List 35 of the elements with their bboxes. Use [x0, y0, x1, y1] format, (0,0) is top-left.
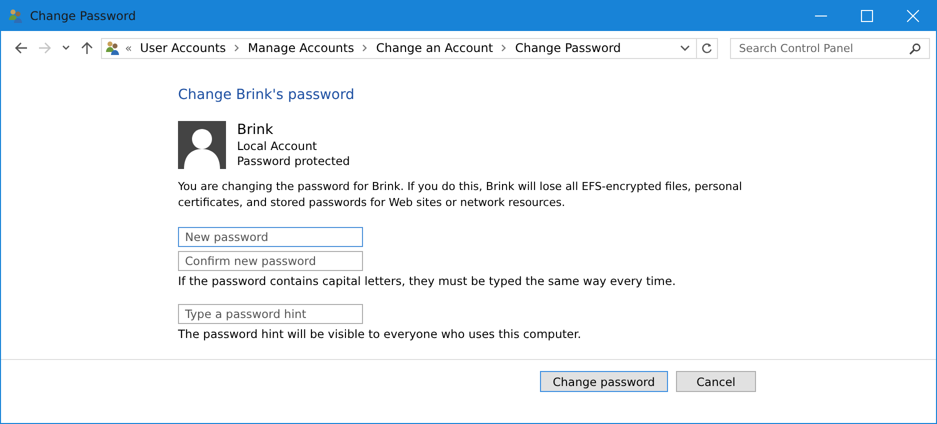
page-heading: Change Brink's password	[178, 87, 354, 103]
chevron-icon	[234, 44, 240, 52]
overflow-chevron[interactable]: «	[125, 41, 132, 55]
account-type: Local Account	[237, 139, 318, 154]
field-note: The password hint will be visible to everyone who uses this computer.	[178, 327, 582, 341]
chevron-icon	[362, 44, 368, 52]
left-arrow-icon	[14, 41, 28, 55]
chevron-down-icon	[62, 45, 70, 51]
breadcrumb-item[interactable]: Change Password	[515, 41, 621, 55]
search-icon	[909, 42, 921, 54]
chevron-down-icon	[680, 45, 690, 51]
password-field[interactable]: Type a password hint	[178, 304, 363, 324]
refresh-icon	[701, 42, 713, 54]
users-icon	[105, 40, 121, 56]
password-field[interactable]: New password	[178, 227, 363, 247]
close-icon	[907, 10, 919, 22]
right-arrow-icon	[38, 41, 52, 55]
warning-text: You are changing the password for Brink. If you do this, Brink will lose all EFS-encrypted files, personal certificates, and stored passwords for Web sites or network resources.	[178, 179, 744, 211]
cancel-button[interactable]: Cancel	[676, 371, 756, 392]
window-title: Change Password	[30, 8, 136, 22]
account-status: Password protected	[237, 154, 350, 169]
up-arrow-icon	[80, 41, 94, 55]
search-field[interactable]: Search Control Panel	[730, 38, 930, 58]
chevron-icon	[501, 44, 508, 52]
breadcrumb-item[interactable]: User Accounts	[140, 41, 226, 55]
user-avatar-icon	[178, 121, 226, 169]
change-password-button[interactable]: Change password	[540, 371, 668, 392]
breadcrumb-item[interactable]: Change an Account	[376, 41, 494, 55]
account-name: Brink	[237, 121, 274, 139]
address-bar[interactable]: « User Accounts Manage Accounts Change an Account Change Password	[101, 38, 718, 58]
users-icon	[8, 8, 24, 24]
field-note: If the password contains capital letters, they must be typed the same way every time.	[178, 274, 676, 288]
breadcrumb-item[interactable]: Manage Accounts	[248, 41, 354, 55]
password-field[interactable]: Confirm new password	[178, 251, 363, 271]
maximize-icon	[861, 10, 873, 22]
